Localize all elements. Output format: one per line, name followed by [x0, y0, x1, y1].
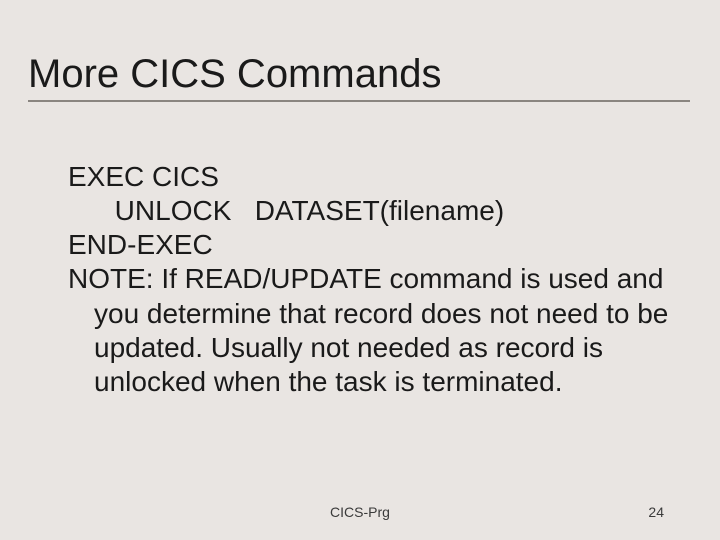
slide: More CICS Commands EXEC CICS UNLOCK DATA… [0, 0, 720, 540]
code-line-2: UNLOCK DATASET(filename) [68, 194, 670, 228]
footer-center: CICS-Prg [0, 504, 720, 520]
code-line-1: EXEC CICS [68, 160, 670, 194]
note-paragraph: NOTE: If READ/UPDATE command is used and… [68, 262, 670, 399]
slide-body: EXEC CICS UNLOCK DATASET(filename) END-E… [68, 160, 670, 399]
slide-title: More CICS Commands [28, 52, 690, 96]
footer-page-number: 24 [648, 504, 664, 520]
code-line-3: END-EXEC [68, 228, 670, 262]
title-rule: More CICS Commands [28, 52, 690, 102]
